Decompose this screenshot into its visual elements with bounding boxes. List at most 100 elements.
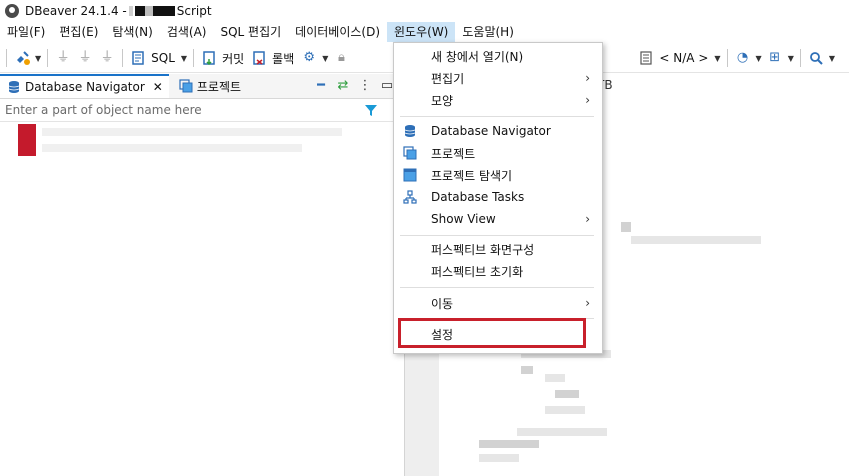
menu-item-project-explorer[interactable]: 프로젝트 탐색기 bbox=[394, 164, 602, 186]
chevron-down-icon[interactable]: ▼ bbox=[829, 54, 835, 63]
redacted-block bbox=[621, 222, 631, 232]
menu-separator bbox=[400, 287, 594, 288]
redacted-connection bbox=[18, 124, 36, 140]
menu-file[interactable]: 파일(F) bbox=[0, 22, 52, 42]
database-navigator-panel: Database Navigator ✕ 프로젝트 ━ ⇄ ⋮ ▭ bbox=[0, 74, 405, 476]
redacted-block bbox=[631, 236, 761, 244]
new-connection-icon[interactable] bbox=[14, 50, 30, 66]
tab-database-navigator-label: Database Navigator bbox=[25, 80, 145, 94]
menu-item-database-navigator[interactable]: Database Navigator bbox=[394, 120, 602, 142]
redacted-block bbox=[521, 366, 533, 374]
tab-database-navigator[interactable]: Database Navigator ✕ bbox=[0, 74, 169, 98]
menu-item-label: Database Tasks bbox=[431, 190, 525, 204]
chevron-right-icon: › bbox=[585, 71, 590, 85]
menu-separator bbox=[400, 116, 594, 117]
menu-item-reset-perspective[interactable]: 퍼스펙티브 초기화 bbox=[394, 260, 602, 282]
search-icon[interactable] bbox=[808, 50, 824, 66]
rollback-button-label[interactable]: 롤백 bbox=[272, 50, 294, 67]
menu-window[interactable]: 윈도우(W) bbox=[387, 22, 456, 42]
redacted-block bbox=[545, 374, 565, 382]
tree-item[interactable] bbox=[18, 140, 404, 156]
editor-gutter bbox=[405, 334, 439, 476]
filter-icon[interactable] bbox=[363, 102, 379, 118]
navigator-tabs: Database Navigator ✕ 프로젝트 ━ ⇄ ⋮ ▭ bbox=[0, 74, 404, 99]
navigator-tree bbox=[0, 124, 404, 156]
link-with-editor-icon[interactable]: ⇄ bbox=[335, 78, 351, 94]
menu-item-label: 퍼스펙티브 초기화 bbox=[431, 264, 524, 279]
redacted-block bbox=[517, 428, 607, 436]
rollback-icon[interactable] bbox=[251, 50, 267, 66]
menu-item-appearance[interactable]: 모양 › bbox=[394, 89, 602, 111]
database-navigator-icon bbox=[6, 79, 22, 95]
chevron-down-icon[interactable]: ▼ bbox=[322, 54, 328, 63]
annotation-highlight-box bbox=[398, 318, 586, 348]
navigator-filter-row bbox=[0, 99, 404, 122]
toolbar-separator bbox=[122, 49, 124, 67]
menu-search[interactable]: 검색(A) bbox=[160, 22, 214, 42]
menu-item-projects[interactable]: 프로젝트 bbox=[394, 142, 602, 164]
menu-separator bbox=[400, 235, 594, 236]
collapse-all-icon[interactable]: ━ bbox=[313, 78, 329, 94]
sql-editor-icon[interactable] bbox=[130, 50, 146, 66]
menu-item-label: 프로젝트 탐색기 bbox=[431, 168, 513, 183]
tab-projects[interactable]: 프로젝트 bbox=[169, 74, 247, 98]
active-datasource-label[interactable]: < N/A > bbox=[659, 51, 708, 65]
chevron-right-icon: › bbox=[585, 296, 590, 310]
projects-icon bbox=[402, 145, 418, 161]
tree-item[interactable] bbox=[18, 124, 404, 140]
toolbar-right-group: < N/A > ▼ ◔ ▼ ⊞ ▼ ▼ bbox=[635, 49, 849, 67]
transaction-mode-icon[interactable]: ⚙ bbox=[301, 50, 317, 66]
redacted-text bbox=[42, 144, 302, 152]
menu-bar: 파일(F) 편집(E) 탐색(N) 검색(A) SQL 편집기 데이터베이스(D… bbox=[0, 22, 849, 42]
close-icon[interactable]: ✕ bbox=[153, 80, 163, 94]
dbeaver-logo-icon bbox=[5, 4, 19, 18]
chevron-down-icon[interactable]: ▼ bbox=[788, 54, 794, 63]
sql-button-label[interactable]: SQL bbox=[151, 51, 175, 65]
dashboard-icon[interactable]: ◔ bbox=[735, 50, 751, 66]
menu-database[interactable]: 데이터베이스(D) bbox=[288, 22, 387, 42]
window-menu-dropdown: 새 창에서 열기(N) 편집기 › 모양 › Database Navigato… bbox=[393, 42, 603, 354]
menu-item-label: 프로젝트 bbox=[431, 146, 476, 161]
menu-item-label: 퍼스펙티브 화면구성 bbox=[431, 242, 535, 257]
menu-navigate[interactable]: 탐색(N) bbox=[105, 22, 159, 42]
menu-item-label: 새 창에서 열기(N) bbox=[431, 49, 524, 64]
redacted-block bbox=[555, 390, 579, 398]
menu-item-label: 편집기 bbox=[431, 71, 465, 86]
menu-item-open-new-window[interactable]: 새 창에서 열기(N) bbox=[394, 45, 602, 67]
connect-icon: ⏚ bbox=[56, 50, 70, 65]
tasks-icon[interactable]: ⊞ bbox=[767, 50, 783, 66]
redacted-block bbox=[479, 440, 539, 448]
chevron-down-icon[interactable]: ▼ bbox=[181, 54, 187, 63]
chevron-right-icon: › bbox=[585, 93, 590, 107]
toolbar-separator bbox=[6, 49, 7, 67]
active-datasource-icon[interactable] bbox=[638, 50, 654, 66]
commit-icon[interactable] bbox=[201, 50, 217, 66]
chevron-down-icon[interactable]: ▼ bbox=[756, 54, 762, 63]
lock-icon: 🔒︎ bbox=[337, 50, 345, 65]
menu-edit[interactable]: 편집(E) bbox=[52, 22, 105, 42]
disconnect-icon: ⏚ bbox=[78, 50, 92, 65]
object-filter-input[interactable] bbox=[0, 102, 357, 118]
project-explorer-icon bbox=[402, 167, 418, 183]
menu-item-editor[interactable]: 편집기 › bbox=[394, 67, 602, 89]
menu-help[interactable]: 도움말(H) bbox=[455, 22, 521, 42]
menu-item-label: 모양 bbox=[431, 93, 454, 108]
menu-sql-editor[interactable]: SQL 편집기 bbox=[213, 22, 288, 42]
chevron-down-icon[interactable]: ▼ bbox=[714, 54, 720, 63]
menu-item-label: Database Navigator bbox=[431, 124, 551, 138]
menu-item-show-view[interactable]: Show View › bbox=[394, 208, 602, 230]
commit-button-label[interactable]: 커밋 bbox=[222, 50, 244, 67]
window-title-suffix: Script bbox=[176, 4, 212, 18]
menu-item-navigation[interactable]: 이동 › bbox=[394, 292, 602, 314]
toolbar-separator bbox=[193, 49, 195, 67]
menu-item-customize-perspective[interactable]: 퍼스펙티브 화면구성 bbox=[394, 238, 602, 260]
title-bar: DBeaver 24.1.4 - Script bbox=[0, 0, 849, 22]
database-navigator-icon bbox=[402, 123, 418, 139]
view-menu-icon[interactable]: ⋮ bbox=[357, 78, 373, 94]
menu-item-database-tasks[interactable]: Database Tasks bbox=[394, 186, 602, 208]
redacted-title bbox=[128, 6, 175, 16]
menu-item-label: 이동 bbox=[431, 296, 454, 311]
projects-icon bbox=[178, 78, 194, 94]
chevron-down-icon[interactable]: ▼ bbox=[35, 54, 41, 63]
chevron-right-icon: › bbox=[585, 212, 590, 226]
